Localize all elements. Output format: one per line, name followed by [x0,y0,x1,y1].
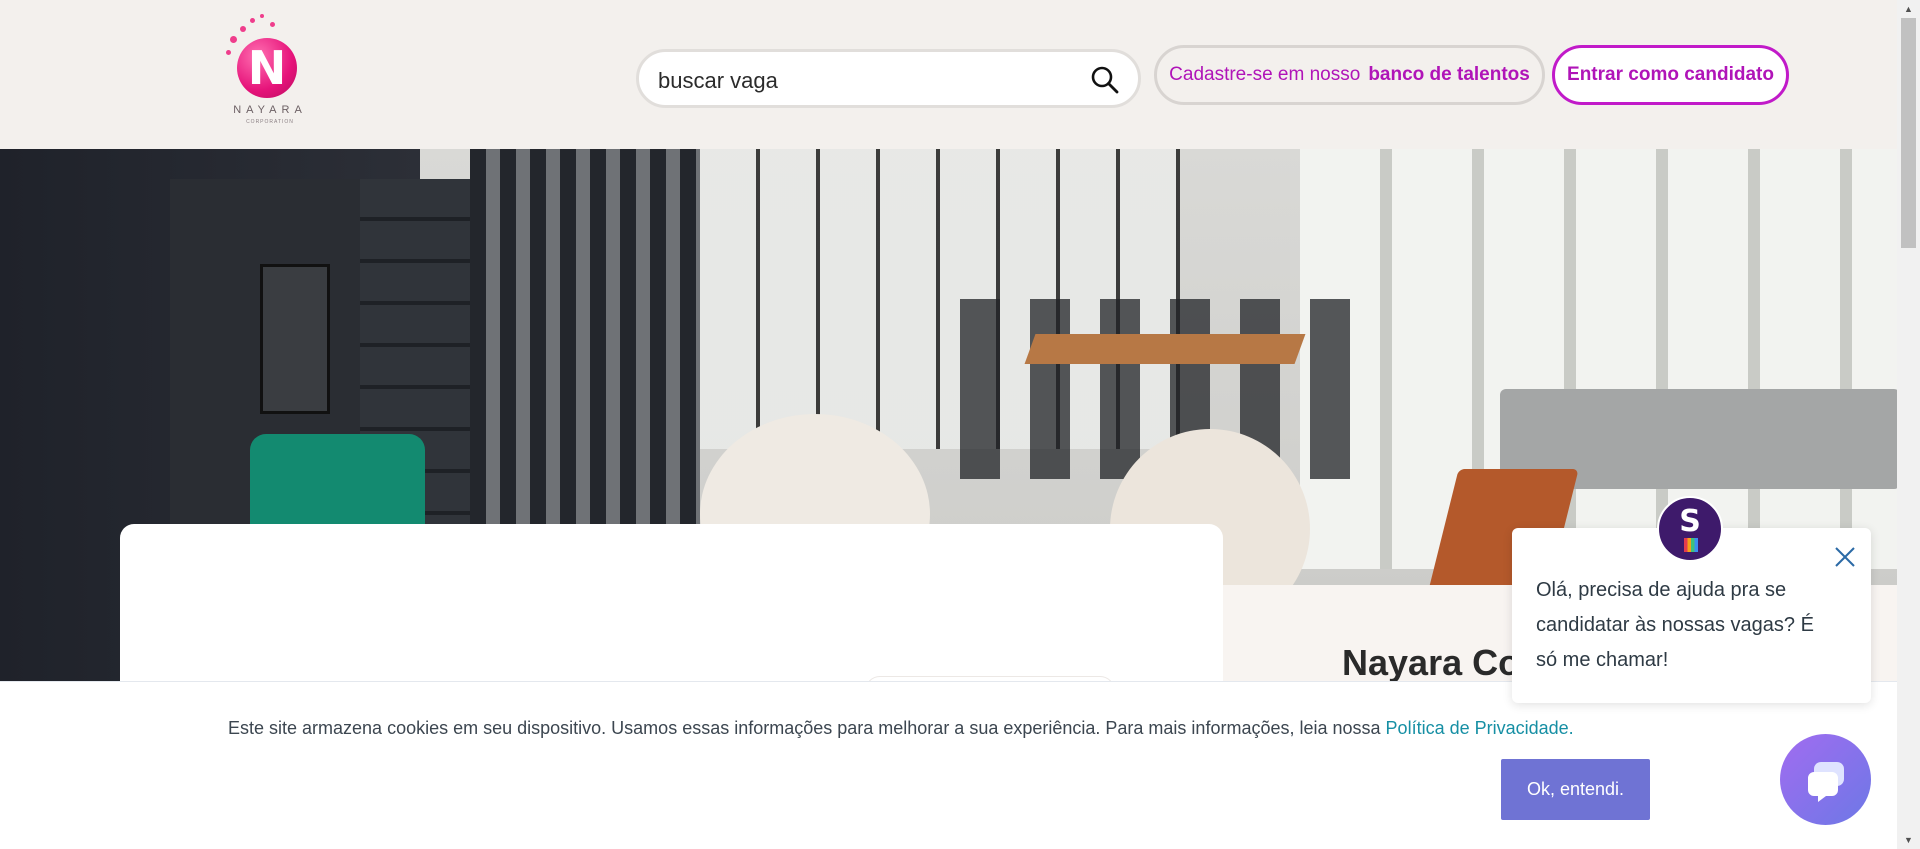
chat-launcher-button[interactable] [1780,734,1871,825]
cookie-message: Este site armazena cookies em seu dispos… [228,718,1381,738]
close-icon[interactable] [1832,544,1858,570]
logo-dot [270,22,275,27]
privacy-policy-link[interactable]: Política de Privacidade. [1386,718,1574,738]
scroll-up-arrow-icon[interactable]: ▲ [1897,0,1920,18]
chat-avatar-letter: S [1679,504,1701,539]
chat-message: Olá, precisa de ajuda pra se candidatar … [1536,579,1814,671]
search-input[interactable]: buscar vaga [636,49,1141,108]
logo-dot [260,14,264,18]
logo-dot [226,50,231,55]
talent-bank-prefix: Cadastre-se em nosso [1169,64,1361,85]
cookie-text: Este site armazena cookies em seu dispos… [228,718,1574,739]
talent-bank-strong: banco de talentos [1368,64,1530,85]
search-input-value[interactable]: buscar vaga [658,68,778,94]
logo-letter: N [247,41,287,95]
talent-bank-button[interactable]: Cadastre-se em nosso banco de talentos [1154,45,1545,105]
company-name: Nayara Co [1342,642,1521,683]
hero-fridge [260,264,330,414]
logo-dot [250,18,255,23]
cookie-banner: Este site armazena cookies em seu dispos… [0,681,1897,849]
hero-table [1024,334,1306,364]
logo-wordmark: NAYARA [233,104,307,116]
search-icon[interactable] [1090,65,1120,95]
chat-avatar-stripes [1684,538,1698,552]
hero-slat-partition [470,149,700,529]
hero-window [1300,149,1897,569]
scrollbar-thumb[interactable] [1901,18,1916,248]
accept-cookies-button[interactable]: Ok, entendi. [1501,759,1650,820]
vertical-scrollbar[interactable]: ▲ ▼ [1897,0,1920,849]
logo[interactable]: N NAYARA CORPORATION [220,12,320,130]
chat-bubble-icon [1808,762,1844,802]
site-header: N NAYARA CORPORATION buscar vaga Cadastr… [0,0,1897,149]
logo-dot [240,26,246,32]
logo-dot [230,36,237,43]
logo-subtitle: CORPORATION [246,119,294,125]
chat-agent-avatar: S [1657,496,1723,562]
scroll-down-arrow-icon[interactable]: ▼ [1897,831,1920,849]
candidate-login-button[interactable]: Entrar como candidato [1552,45,1789,105]
